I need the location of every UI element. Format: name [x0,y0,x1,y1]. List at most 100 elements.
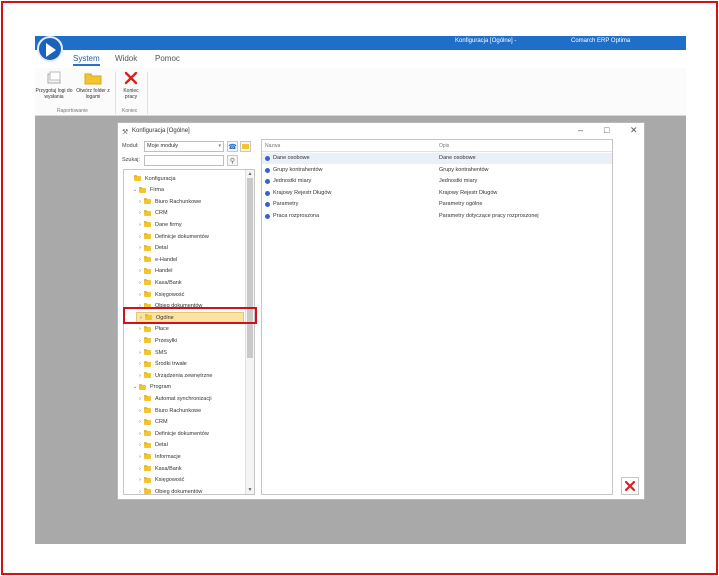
open-log-folder-button[interactable]: Otwórz folder z logami [73,70,113,100]
tree-item[interactable]: › Informacje [136,451,244,462]
table-row[interactable]: Parametry Parametry ogólne [262,199,612,210]
chevron-right-icon[interactable]: › [136,361,144,367]
table-row[interactable]: Jednostki miary Jednostki miary [262,176,612,187]
tree-item[interactable]: › Biuro Rachunkowe [136,196,244,207]
scroll-up-icon[interactable]: ▲ [246,171,254,177]
chevron-right-icon[interactable]: › [136,338,144,344]
tree-item[interactable]: › Biuro Rachunkowe [136,405,244,416]
chevron-right-icon[interactable]: › [136,477,144,483]
module-select[interactable]: Moje moduły ▾ [144,141,224,152]
row-name: Parametry [273,201,299,207]
row-description: Dane osobowe [439,155,476,161]
row-description: Grupy kontrahentów [439,166,489,173]
menu-pomoc[interactable]: Pomoc [155,54,180,63]
tree-item[interactable]: › Urządzenia zewnętrzne [136,370,244,381]
tree-item[interactable]: ⌄ Program [131,382,244,393]
close-x-icon [117,70,145,86]
tree-item[interactable]: ⌄ Firma [131,185,244,196]
prepare-logs-button[interactable]: Przygotuj logi do wysłania [35,70,73,100]
wrench-icon: ⚒ [122,129,129,136]
table-row[interactable]: Krajowy Rejestr Długów Krajowy Rejestr Dł… [262,188,612,199]
minimize-button[interactable]: – [578,125,583,135]
chevron-right-icon[interactable]: › [136,199,144,205]
table-row[interactable]: Praca rozproszona Parametry dotyczące pra… [262,211,612,222]
menu-widok[interactable]: Widok [115,54,137,63]
chevron-right-icon[interactable]: › [136,408,144,414]
tree-item-label: e-Handel [155,256,178,263]
chevron-right-icon[interactable]: › [136,257,144,263]
chevron-right-icon[interactable]: › [136,292,144,298]
tree-item[interactable]: › Detal [136,243,244,254]
phone-button[interactable]: ☎ [227,141,238,152]
tree-item[interactable]: › Płace [136,324,244,335]
column-header-description[interactable]: Opis [439,143,449,149]
table-row[interactable]: Dane osobowe Dane osobowe [262,153,612,164]
tree-item[interactable]: › Obieg dokumentów [136,486,244,494]
chevron-right-icon[interactable]: › [136,489,144,494]
scroll-down-icon[interactable]: ▼ [246,487,254,493]
chevron-right-icon[interactable]: › [136,431,144,437]
tree-item[interactable]: › Środki trwałe [136,359,244,370]
menu-system[interactable]: System [73,54,100,66]
chevron-down-icon[interactable]: ⌄ [131,187,139,193]
folder-icon [144,244,151,251]
scrollbar-thumb[interactable] [247,178,253,358]
tree-item[interactable]: › Definicje dokumentów [136,231,244,242]
tree-item[interactable]: › Definicje dokumentów [136,428,244,439]
chevron-right-icon[interactable]: › [136,326,144,332]
folder-icon [144,256,151,263]
row-description: Jednostki miary [439,178,478,184]
tree-item[interactable]: Konfiguracja [126,173,244,184]
close-button[interactable]: ✕ [630,125,638,136]
chevron-right-icon[interactable]: › [136,245,144,251]
folder-icon [144,441,151,448]
chevron-right-icon[interactable]: › [136,466,144,472]
tree-item[interactable]: › Automat synchronizacji [136,393,244,404]
chevron-right-icon[interactable]: › [136,234,144,240]
chevron-right-icon[interactable]: › [136,373,144,379]
tree-item-label: Program [150,384,172,391]
tree-item[interactable]: › CRM [136,208,244,219]
chevron-down-icon[interactable]: ⌄ [131,384,139,390]
tree-item[interactable]: › CRM [136,417,244,428]
end-work-button[interactable]: Koniec pracy [117,70,145,100]
tree-scrollbar[interactable]: ▲ ▼ [245,170,254,494]
chevron-right-icon[interactable]: › [136,210,144,216]
tree-item-label: Biuro Rachunkowe [155,198,202,205]
folder-button[interactable] [240,141,251,152]
configuration-tree[interactable]: › Obieg dokumentów › Księgowość › Kasa/Bank › I… [123,169,255,495]
module-select-value: Moje moduły [147,143,179,149]
chevron-right-icon[interactable]: › [136,268,144,274]
tree-item[interactable]: › SMS [136,347,244,358]
tree-item[interactable]: › e-Handel [136,254,244,265]
close-dialog-button[interactable] [621,477,639,495]
chevron-right-icon[interactable]: › [136,280,144,286]
folder-icon [144,465,151,471]
tree-item-label: Konfiguracja [145,175,176,182]
search-input[interactable] [144,155,224,166]
maximize-button[interactable]: □ [604,125,609,135]
tree-item[interactable]: › Dane firmy [136,219,244,230]
chevron-right-icon[interactable]: › [136,350,144,356]
app-logo-icon[interactable] [37,36,63,62]
tree-item-label: Księgowość [155,477,185,484]
chevron-right-icon[interactable]: › [136,454,144,460]
chevron-right-icon[interactable]: › [136,222,144,228]
chevron-right-icon[interactable]: › [136,442,144,448]
highlight-box [123,307,257,324]
chevron-right-icon[interactable]: › [136,419,144,425]
tree-item[interactable]: › Handel [136,266,244,277]
tree-item[interactable]: › Księgowość [136,289,244,300]
tree-item[interactable]: › Kasa/Bank [136,463,244,474]
tree-item[interactable]: › Detal [136,440,244,451]
tree-item[interactable]: › Księgowość [136,475,244,486]
item-bullet-icon [265,156,270,161]
chevron-right-icon[interactable]: › [136,396,144,402]
tree-item[interactable]: › Kasa/Bank [136,277,244,288]
prepare-logs-label: Przygotuj logi do wysłania [35,88,73,100]
table-row[interactable]: Grupy kontrahentów Grupy kontrahentów [262,165,612,176]
column-header-name[interactable]: Nazwa [265,143,280,149]
tree-item[interactable]: › Przesyłki [136,335,244,346]
row-name: Krajowy Rejestr Długów [273,189,332,196]
search-button[interactable]: ⚲ [227,155,238,166]
